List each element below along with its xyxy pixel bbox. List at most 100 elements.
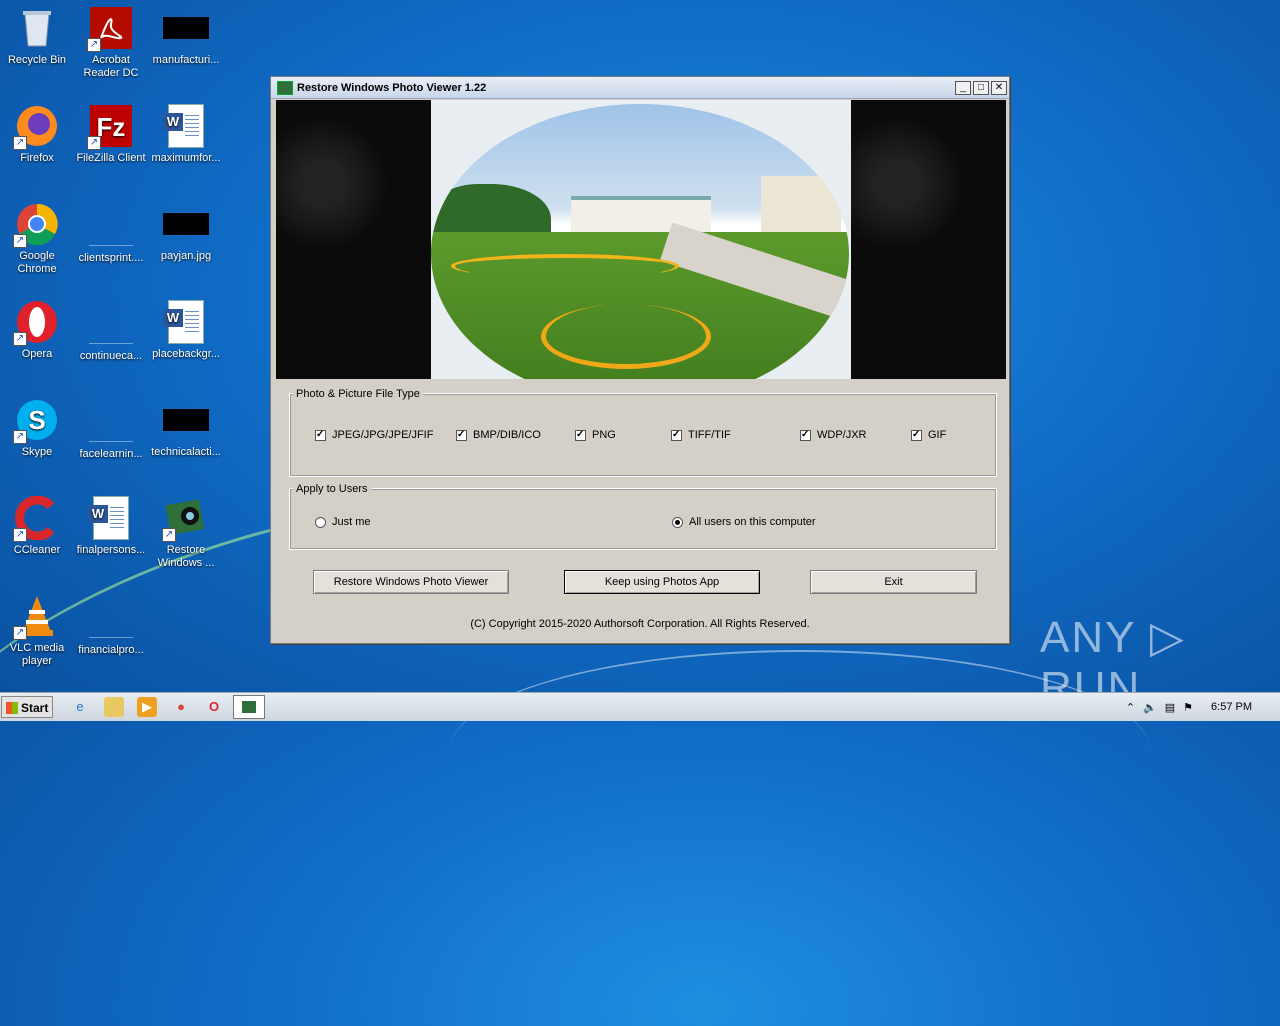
desktop-icon-label: Google Chrome xyxy=(17,250,57,275)
radio-label: Just me xyxy=(332,516,371,528)
volume-icon[interactable]: 🔈 xyxy=(1143,701,1157,714)
desktop-icon-image[interactable]: payjan.jpg xyxy=(149,202,223,263)
desktop-icon-label: facelearnin... xyxy=(79,448,143,460)
window-title: Restore Windows Photo Viewer 1.22 xyxy=(297,81,487,94)
clock[interactable]: 6:57 PM xyxy=(1211,701,1252,713)
desktop-icon-file[interactable]: financialpro... xyxy=(74,594,148,657)
window-titlebar[interactable]: Restore Windows Photo Viewer 1.22 _ □ ✕ xyxy=(271,77,1009,99)
restore-photo-viewer-button[interactable]: Restore Windows Photo Viewer xyxy=(313,570,509,594)
desktop-icon-acrobat[interactable]: ↗ Acrobat Reader DC xyxy=(74,6,148,80)
checkbox-label: WDP/JXR xyxy=(817,429,867,441)
checkbox-check-icon xyxy=(456,429,467,441)
internet-explorer-icon[interactable]: e xyxy=(70,697,90,717)
action-center-flag-icon[interactable]: ⚑ xyxy=(1183,701,1193,714)
checkbox-png[interactable]: PNG xyxy=(575,429,616,441)
photo-viewer-app-icon: ↗ xyxy=(162,496,208,542)
opera-icon: ↗ xyxy=(13,300,59,346)
shortcut-arrow-icon: ↗ xyxy=(13,626,27,640)
checkbox-check-icon xyxy=(575,429,586,441)
shortcut-arrow-icon: ↗ xyxy=(13,332,27,346)
acrobat-icon: ↗ xyxy=(87,6,133,52)
desktop-icon-label: Opera xyxy=(21,348,53,360)
word-document-icon: W xyxy=(88,496,133,540)
desktop-icon-label: Acrobat Reader DC xyxy=(83,54,139,79)
desktop-icon-file[interactable]: facelearnin... xyxy=(74,398,148,461)
users-group-legend: Apply to Users xyxy=(293,483,371,495)
filezilla-icon: Fz ↗ xyxy=(87,104,133,150)
checkbox-tiff[interactable]: TIFF/TIF xyxy=(671,429,731,441)
firefox-icon: ↗ xyxy=(13,104,59,150)
file-explorer-icon[interactable] xyxy=(104,697,124,717)
skype-icon: S ↗ xyxy=(13,398,59,444)
checkbox-bmp[interactable]: BMP/DIB/ICO xyxy=(456,429,541,441)
checkbox-check-icon xyxy=(315,429,326,441)
desktop-icon-label: continueca... xyxy=(79,350,143,362)
media-player-icon[interactable]: ▶ xyxy=(137,697,157,717)
desktop-icon-recycle-bin[interactable]: Recycle Bin xyxy=(0,6,74,67)
radio-all-users[interactable]: All users on this computer xyxy=(672,516,816,528)
recycle-bin-icon xyxy=(15,6,59,50)
tray-expand-icon[interactable]: ⌃ xyxy=(1126,701,1135,714)
users-group xyxy=(289,488,997,550)
desktop-icon-file[interactable]: continueca... xyxy=(74,300,148,363)
system-tray: ⌃ 🔈 ▤ ⚑ 6:57 PM xyxy=(1118,693,1252,721)
desktop-icon-label: placebackgr... xyxy=(152,348,220,360)
checkbox-label: PNG xyxy=(592,429,616,441)
desktop-icon-label: CCleaner xyxy=(13,544,61,556)
restore-photo-viewer-taskbar-button[interactable] xyxy=(233,695,265,719)
network-icon[interactable]: ▤ xyxy=(1165,701,1175,714)
chrome-taskbar-icon[interactable]: ● xyxy=(171,697,191,717)
desktop-icon-file[interactable]: clientsprint.... xyxy=(74,202,148,265)
desktop-icon-word-doc[interactable]: W placebackgr... xyxy=(149,300,223,361)
desktop-icon-vlc[interactable]: ↗ VLC media player xyxy=(0,594,74,668)
desktop-icon-word-doc[interactable]: W maximumfor... xyxy=(149,104,223,165)
desktop-icon-word-doc[interactable]: W finalpersons... xyxy=(74,496,148,557)
garden-photo xyxy=(431,100,851,379)
desktop-icon-skype[interactable]: S ↗ Skype xyxy=(0,398,74,459)
opera-taskbar-icon[interactable]: O xyxy=(204,697,224,717)
checkbox-label: TIFF/TIF xyxy=(688,429,731,441)
chrome-icon: ↗ xyxy=(13,202,59,248)
desktop-icon-label: Recycle Bin xyxy=(7,54,67,66)
maximize-button[interactable]: □ xyxy=(973,80,989,95)
start-button[interactable]: Start xyxy=(1,696,53,718)
blank-file-icon xyxy=(89,440,133,442)
banner-left-panel xyxy=(276,100,431,379)
desktop-icon-label: Skype xyxy=(21,446,53,458)
desktop-icon-label: FileZilla Client xyxy=(76,152,146,164)
close-button[interactable]: ✕ xyxy=(991,80,1007,95)
banner-image xyxy=(276,100,1006,379)
banner-right-panel xyxy=(851,100,1006,379)
radio-indicator xyxy=(315,516,326,528)
checkbox-check-icon xyxy=(911,429,922,441)
shortcut-arrow-icon: ↗ xyxy=(13,430,27,444)
checkbox-check-icon xyxy=(800,429,811,441)
desktop-icon-firefox[interactable]: ↗ Firefox xyxy=(0,104,74,165)
blank-file-icon xyxy=(89,636,133,638)
minimize-button[interactable]: _ xyxy=(955,80,971,95)
checkbox-gif[interactable]: GIF xyxy=(911,429,946,441)
desktop-icon-file[interactable]: manufacturi... xyxy=(149,6,223,67)
checkbox-check-icon xyxy=(671,429,682,441)
desktop-icon-opera[interactable]: ↗ Opera xyxy=(0,300,74,361)
exit-button[interactable]: Exit xyxy=(810,570,977,594)
blank-file-icon xyxy=(89,244,133,246)
checkbox-wdp[interactable]: WDP/JXR xyxy=(800,429,867,441)
checkbox-label: BMP/DIB/ICO xyxy=(473,429,541,441)
desktop-icon-ccleaner[interactable]: ↗ CCleaner xyxy=(0,495,74,557)
file-thumbnail-icon xyxy=(163,17,209,39)
keep-photos-app-button[interactable]: Keep using Photos App xyxy=(564,570,760,594)
desktop-icon-label: technicalacti... xyxy=(151,446,221,458)
desktop-icon-label: Restore Windows ... xyxy=(157,544,215,569)
checkbox-jpeg[interactable]: JPEG/JPG/JPE/JFIF xyxy=(315,429,433,441)
desktop-icon-filezilla[interactable]: Fz ↗ FileZilla Client xyxy=(74,104,148,165)
desktop-icon-label: VLC media player xyxy=(9,642,65,667)
shortcut-arrow-icon: ↗ xyxy=(87,136,101,150)
desktop-icon-chrome[interactable]: ↗ Google Chrome xyxy=(0,202,74,276)
radio-just-me[interactable]: Just me xyxy=(315,516,371,528)
desktop-icon-file[interactable]: technicalacti... xyxy=(149,398,223,459)
image-thumbnail-icon xyxy=(163,213,209,235)
desktop-icon-label: Firefox xyxy=(20,152,54,164)
desktop-icon-restore-photo-viewer[interactable]: ↗ Restore Windows ... xyxy=(149,496,223,570)
shortcut-arrow-icon: ↗ xyxy=(13,528,27,542)
